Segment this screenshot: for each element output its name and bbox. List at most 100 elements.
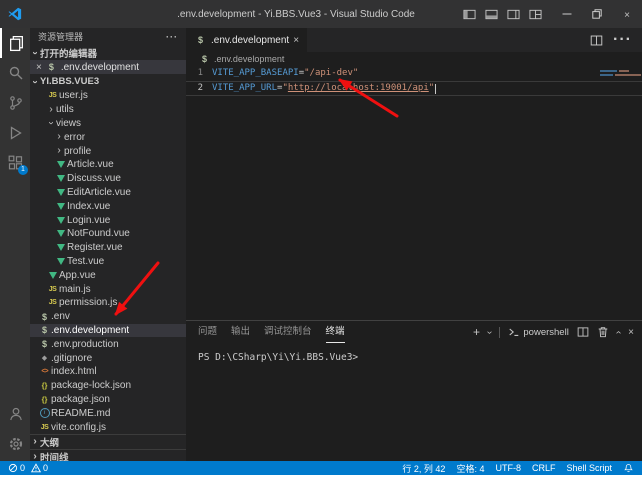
tree-item[interactable]: .gitignore [30, 351, 186, 365]
tree-item[interactable]: vite.config.js [30, 420, 186, 434]
separator [499, 327, 500, 338]
maximize-panel-icon[interactable] [617, 327, 620, 338]
editor[interactable]: 1 VITE_APP_BASEAPI = "/api-dev" 2 VITE_A… [186, 66, 642, 320]
file-name: Index.vue [67, 201, 110, 212]
tree-item[interactable]: Discuss.vue [30, 172, 186, 186]
tree-item[interactable]: index.html [30, 365, 186, 379]
outline-label: 大纲 [40, 435, 59, 449]
chevron-down-icon [30, 48, 40, 58]
close-tab-icon[interactable] [293, 35, 299, 46]
breadcrumb[interactable]: .env.development [186, 52, 642, 66]
problems-status[interactable]: 0 0 [8, 463, 48, 473]
status-item[interactable]: 空格: 4 [456, 462, 484, 475]
status-item[interactable]: Shell Script [566, 463, 612, 473]
file-type-icon [54, 230, 67, 237]
close-window-button[interactable] [612, 0, 642, 28]
status-item[interactable]: 行 2, 列 42 [402, 462, 445, 475]
file-name: Test.vue [67, 256, 104, 267]
new-terminal-icon[interactable] [473, 325, 480, 339]
tree-item[interactable]: App.vue [30, 268, 186, 282]
tree-item[interactable]: Register.vue [30, 241, 186, 255]
close-panel-icon[interactable] [628, 327, 634, 338]
tree-item[interactable]: NotFound.vue [30, 227, 186, 241]
tree-item[interactable]: main.js [30, 282, 186, 296]
open-editors-header[interactable]: 打开的编辑器 [30, 45, 186, 60]
timeline-label: 时间线 [40, 450, 69, 461]
outline-header[interactable]: 大纲 [30, 434, 186, 449]
accounts-button[interactable] [0, 399, 30, 429]
file-type-icon [54, 244, 67, 251]
code-line-1[interactable]: 1 VITE_APP_BASEAPI = "/api-dev" [186, 66, 642, 81]
more-actions-icon[interactable] [166, 32, 178, 42]
toggle-secondary-sidebar-icon[interactable] [507, 8, 520, 21]
tree-item[interactable]: utils [30, 103, 186, 117]
line-number: 1 [186, 66, 212, 81]
source-control-button[interactable] [0, 88, 30, 118]
url-link-token[interactable]: http://localhost:19001/api [288, 81, 429, 96]
tree-item[interactable]: .env.production [30, 337, 186, 351]
status-item[interactable]: UTF-8 [495, 463, 521, 473]
text-cursor [435, 84, 436, 94]
tree-item[interactable]: error [30, 130, 186, 144]
timeline-header[interactable]: 时间线 [30, 449, 186, 461]
more-actions-icon[interactable] [613, 31, 632, 49]
open-editor-item[interactable]: .env.development [30, 60, 186, 74]
env-key-token: VITE_APP_URL [212, 81, 277, 96]
file-type-icon [54, 203, 67, 210]
tab-env-development[interactable]: .env.development [186, 28, 307, 52]
code-line-2[interactable]: 2 VITE_APP_URL = " http://localhost:1900… [186, 81, 642, 96]
project-header[interactable]: YI.BBS.VUE3 [30, 74, 186, 89]
file-name: main.js [59, 284, 91, 295]
tree-item[interactable]: Test.vue [30, 255, 186, 269]
string-token: "/api-dev" [304, 66, 358, 81]
tree-item[interactable]: Article.vue [30, 158, 186, 172]
maximize-button[interactable] [582, 0, 612, 28]
run-debug-button[interactable] [0, 118, 30, 148]
terminal[interactable]: PS D:\CSharp\Yi\Yi.BBS.Vue3> [186, 343, 642, 461]
tab-label: .env.development [211, 35, 289, 46]
split-editor-icon[interactable] [590, 34, 603, 47]
split-terminal-icon[interactable] [577, 326, 589, 338]
panel-tab[interactable]: 输出 [231, 321, 250, 343]
tree-item[interactable]: Index.vue [30, 199, 186, 213]
file-name: error [64, 132, 85, 143]
panel-tab[interactable]: 问题 [198, 321, 217, 343]
tree-item[interactable]: Login.vue [30, 213, 186, 227]
toggle-sidebar-icon[interactable] [463, 8, 476, 21]
file-name: .env [51, 311, 70, 322]
file-type-icon [38, 312, 51, 322]
file-type-icon [38, 381, 51, 390]
file-name: package-lock.json [51, 380, 131, 391]
extensions-button[interactable]: 1 [0, 148, 30, 178]
tree-item[interactable]: .env.development [30, 324, 186, 338]
tree-item[interactable]: permission.js [30, 296, 186, 310]
file-name: Register.vue [67, 242, 123, 253]
panel-tab[interactable]: 终端 [326, 321, 345, 343]
minimize-button[interactable] [552, 0, 582, 28]
shell-picker[interactable]: powershell [508, 326, 568, 338]
tree-item[interactable]: profile [30, 144, 186, 158]
tree-item[interactable]: .env [30, 310, 186, 324]
tree-item[interactable]: views [30, 117, 186, 131]
file-name: Article.vue [67, 159, 114, 170]
tree-item[interactable]: README.md [30, 406, 186, 420]
tree-item[interactable]: user.js [30, 89, 186, 103]
toggle-panel-icon[interactable] [485, 8, 498, 21]
folder-chevron-icon [54, 146, 64, 156]
kill-terminal-icon[interactable] [597, 326, 609, 338]
panel-tab[interactable]: 调试控制台 [264, 321, 312, 343]
file-type-icon [38, 325, 51, 335]
customize-layout-icon[interactable] [529, 8, 542, 21]
search-button[interactable] [0, 58, 30, 88]
settings-button[interactable] [0, 429, 30, 459]
terminal-dropdown-icon[interactable] [488, 327, 491, 338]
explorer-button[interactable] [0, 28, 30, 58]
notifications-bell-icon[interactable] [623, 463, 634, 474]
tree-item[interactable]: package.json [30, 393, 186, 407]
status-item[interactable]: CRLF [532, 463, 556, 473]
tree-item[interactable]: EditArticle.vue [30, 186, 186, 200]
tree-item[interactable]: package-lock.json [30, 379, 186, 393]
close-editor-icon[interactable] [36, 62, 42, 73]
minimap[interactable] [598, 68, 642, 124]
warning-count: 0 [43, 463, 48, 473]
